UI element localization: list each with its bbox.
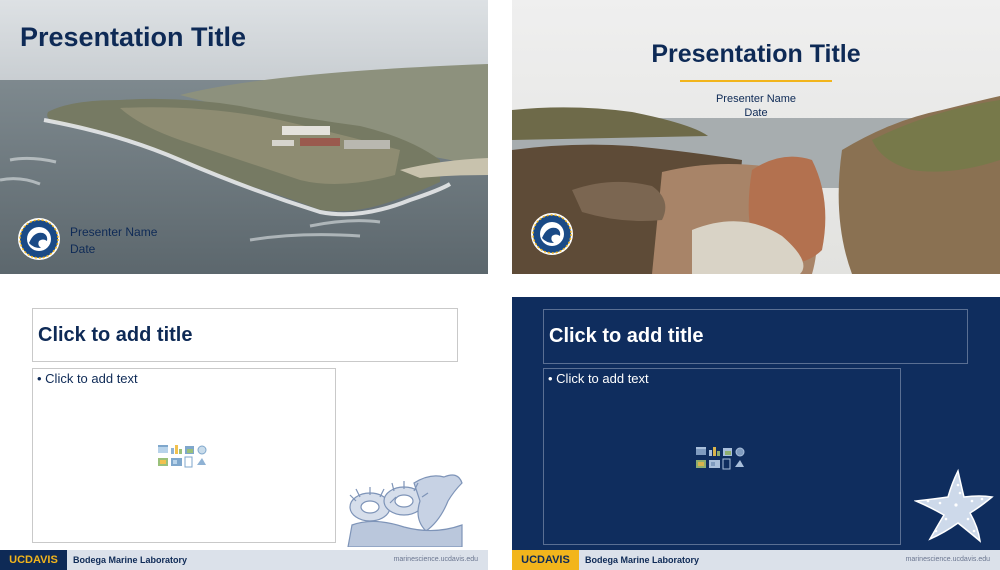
lab-name: Bodega Marine Laboratory xyxy=(73,555,188,565)
website-url[interactable]: marinescience.ucdavis.edu xyxy=(906,550,990,570)
title-underline xyxy=(680,80,832,82)
footer-bar: UCDAVIS Bodega Marine Laboratory marines… xyxy=(0,550,488,570)
slide-4-content-dark[interactable]: Click to add title • Click to add text U… xyxy=(512,297,1000,570)
seal-icon xyxy=(18,218,60,260)
presentation-date[interactable]: Date xyxy=(70,241,157,258)
slide-1-title-aerial[interactable]: Presentation Title Presenter Name Date xyxy=(0,0,488,274)
slide-3-content-light[interactable]: Click to add title • Click to add text U… xyxy=(0,297,488,570)
content-placeholder[interactable]: • Click to add text xyxy=(543,368,901,545)
content-placeholder[interactable]: • Click to add text xyxy=(32,368,336,543)
footer-bar: UCDAVIS Bodega Marine Laboratory marines… xyxy=(512,550,1000,570)
slide-1-presenter-block: Presenter Name Date xyxy=(70,224,157,258)
ucdavis-logo[interactable]: UCDAVIS xyxy=(512,550,579,570)
presenter-name[interactable]: Presenter Name xyxy=(70,224,157,241)
presenter-name[interactable]: Presenter Name xyxy=(512,92,1000,106)
content-placeholder-icons[interactable] xyxy=(696,445,746,471)
title-placeholder[interactable]: Click to add title xyxy=(543,309,968,364)
content-placeholder-icons[interactable] xyxy=(158,443,208,469)
anemone-illustration xyxy=(347,474,463,547)
slide-2-title-rocky-shore[interactable]: Presentation Title Presenter Name Date xyxy=(512,0,1000,274)
lab-name: Bodega Marine Laboratory xyxy=(585,555,700,565)
title-placeholder-text: Click to add title xyxy=(38,324,193,346)
slide-2-presenter-block: Presenter Name Date xyxy=(512,92,1000,120)
ucdavis-logo[interactable]: UCDAVIS xyxy=(0,550,67,570)
presentation-date[interactable]: Date xyxy=(512,106,1000,120)
website-url[interactable]: marinescience.ucdavis.edu xyxy=(394,550,478,570)
slide-1-title[interactable]: Presentation Title xyxy=(20,22,246,53)
starfish-illustration xyxy=(914,468,994,543)
slide-2-title[interactable]: Presentation Title xyxy=(512,40,1000,69)
title-placeholder[interactable]: Click to add title xyxy=(32,308,458,362)
title-placeholder-text: Click to add title xyxy=(549,325,704,347)
content-placeholder-text: • Click to add text xyxy=(37,371,138,386)
seal-icon xyxy=(531,213,573,255)
content-placeholder-text: • Click to add text xyxy=(548,371,649,386)
